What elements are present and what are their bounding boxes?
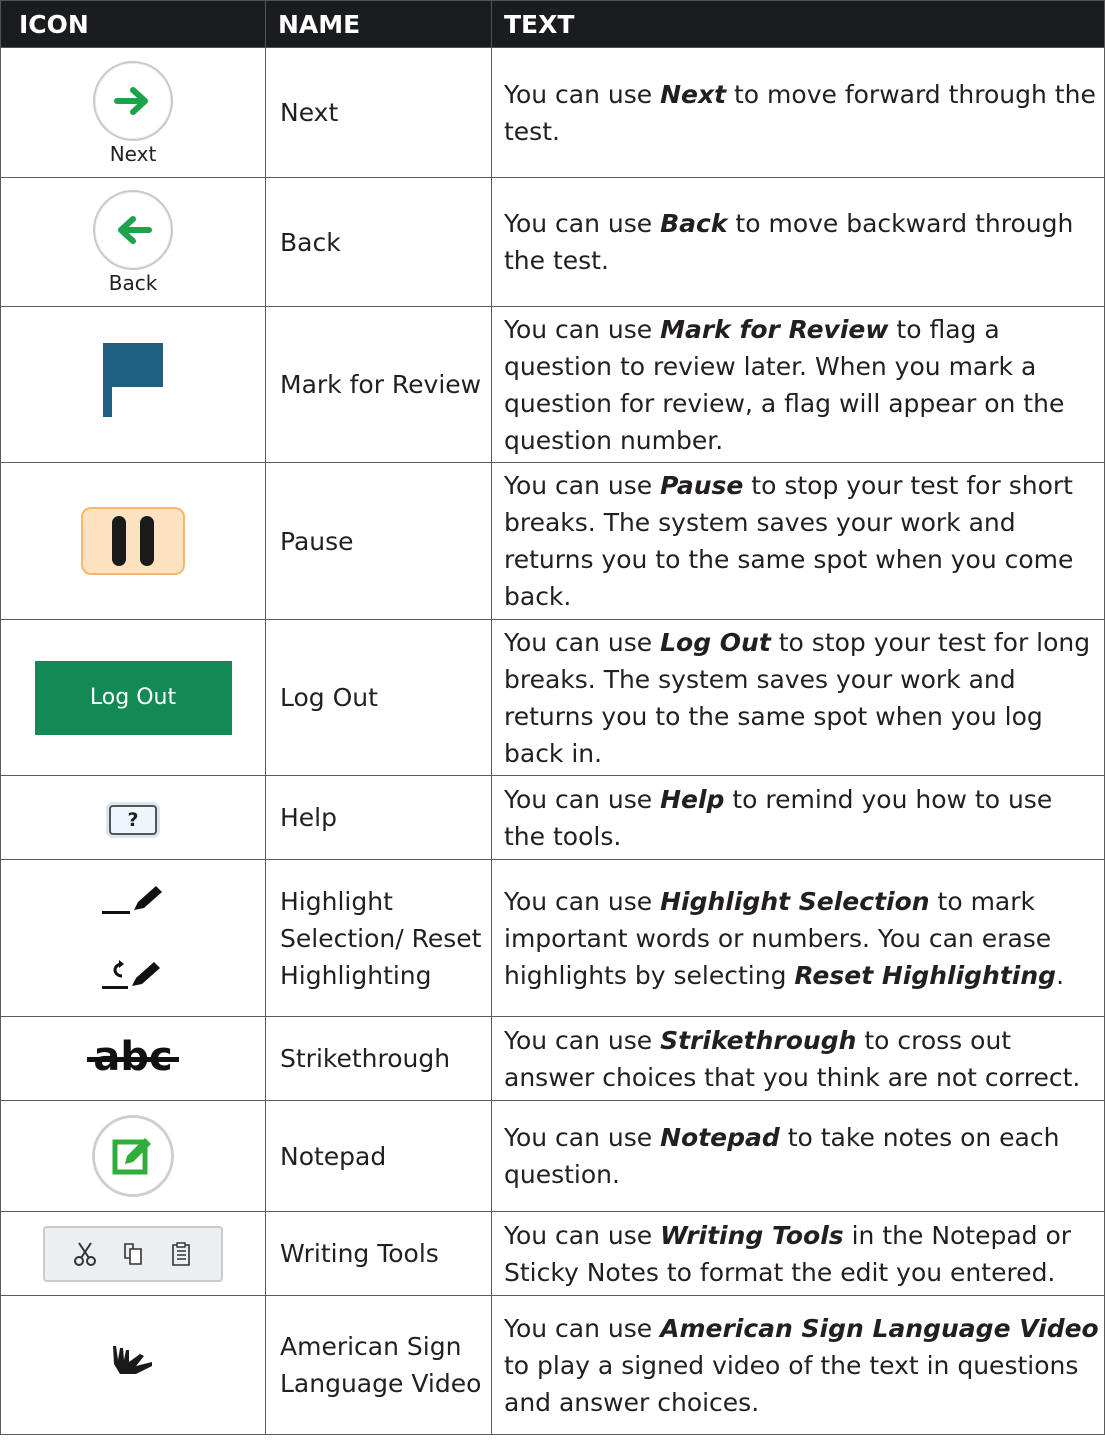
icon-cell [0,859,266,1017]
icon-cell: Log Out [0,619,266,776]
icon-cell [0,1100,266,1212]
tool-name-emphasis: American Sign Language Video [660,1313,1099,1343]
icon-cell [0,1211,266,1296]
text-cell: You can use Back to move backward throug… [491,177,1105,307]
name-cell: Help [265,775,492,860]
help-icon[interactable]: ? [109,805,157,835]
icon-cell: Next [0,47,266,178]
table-row: Log Out Log Out You can use Log Out to s… [0,619,1105,776]
text-cell: You can use Log Out to stop your test fo… [491,619,1105,776]
tool-name-emphasis: Notepad [660,1123,780,1152]
header-icon: ICON [0,0,266,48]
logout-button-icon[interactable]: Log Out [34,660,232,735]
tool-name-emphasis: Help [660,784,725,814]
table-row: Highlight Selection/ Reset Highlighting … [0,859,1105,1017]
tool-name-emphasis: Writing Tools [660,1220,844,1250]
name-cell: Strikethrough [265,1016,492,1101]
next-arrow-icon[interactable] [93,60,173,141]
text-cell: You can use Pause to stop your test for … [491,462,1105,620]
reset-highlighting-icon[interactable] [100,956,166,992]
cut-icon[interactable] [74,1241,96,1267]
text-cell: You can use American Sign Language Video… [491,1295,1105,1435]
tool-name-emphasis: Pause [660,471,744,500]
name-cell: Pause [265,462,492,620]
table-row: Next Next You can use Next to move forwa… [0,47,1105,178]
header-row: ICON NAME TEXT [0,0,1105,48]
back-arrow-icon[interactable] [93,190,173,270]
text-cell: You can use Next to move forward through… [491,47,1105,178]
sign-language-hand-icon[interactable] [110,1342,156,1378]
flag-icon[interactable] [101,341,165,419]
tool-name-emphasis: Highlight Selection [660,886,930,916]
copy-icon[interactable] [122,1241,144,1267]
tool-name-emphasis: Log Out [660,627,771,657]
highlight-selection-icon[interactable] [100,884,166,916]
table-row: abc Strikethrough You can use Strikethro… [0,1016,1105,1101]
tools-table: ICON NAME TEXT Next Next You can use Nex… [0,0,1105,1435]
text-cell: You can use Notepad to take notes on eac… [491,1100,1105,1212]
table-row: ? Help You can use Help to remind you ho… [0,775,1105,860]
icon-cell [0,462,266,620]
text-cell: You can use Highlight Selection to mark … [491,859,1105,1017]
header-name: NAME [265,0,492,48]
icon-cell: Back [0,177,266,307]
name-cell: Highlight Selection/ Reset Highlighting [265,859,492,1017]
notepad-icon[interactable] [92,1115,174,1197]
table-row: Pause You can use Pause to stop your tes… [0,462,1105,620]
table-row: Mark for Review You can use Mark for Rev… [0,306,1105,463]
header-text: TEXT [491,0,1105,48]
tool-name-emphasis: Strikethrough [660,1025,857,1055]
tool-name-emphasis: Back [660,209,728,238]
name-cell: Notepad [265,1100,492,1212]
name-cell: Next [265,47,492,178]
tool-name-emphasis: Next [660,79,727,109]
text-cell: You can use Strikethrough to cross out a… [491,1016,1105,1101]
name-cell: Writing Tools [265,1211,492,1296]
table-row: American Sign Language Video You can use… [0,1295,1105,1435]
name-cell: Log Out [265,619,492,776]
icon-cell [0,1295,266,1435]
name-cell: Mark for Review [265,306,492,463]
text-cell: You can use Mark for Review to flag a qu… [491,306,1105,463]
icon-cell: ? [0,775,266,860]
text-cell: You can use Writing Tools in the Notepad… [491,1211,1105,1296]
next-icon-label: Next [109,141,157,166]
strikethrough-icon[interactable]: abc [87,1037,179,1077]
paste-icon[interactable] [170,1241,192,1267]
back-icon-label: Back [108,271,158,295]
icon-cell [0,306,266,463]
text-cell: You can use Help to remind you how to us… [491,775,1105,860]
icon-cell: abc [0,1016,266,1101]
table-row: Notepad You can use Notepad to take note… [0,1100,1105,1212]
tool-name-emphasis: Mark for Review [660,314,889,344]
highlight-icon[interactable] [1,884,265,992]
table-row: Back Back You can use Back to move backw… [0,177,1105,307]
tool-name-emphasis: Reset Highlighting [794,960,1057,990]
name-cell: Back [265,177,492,307]
writing-tools-icon[interactable] [43,1225,223,1282]
pause-icon[interactable] [81,506,185,575]
name-cell: American Sign Language Video [265,1295,492,1435]
table-row: Writing Tools You can use Writing Tools … [0,1211,1105,1296]
